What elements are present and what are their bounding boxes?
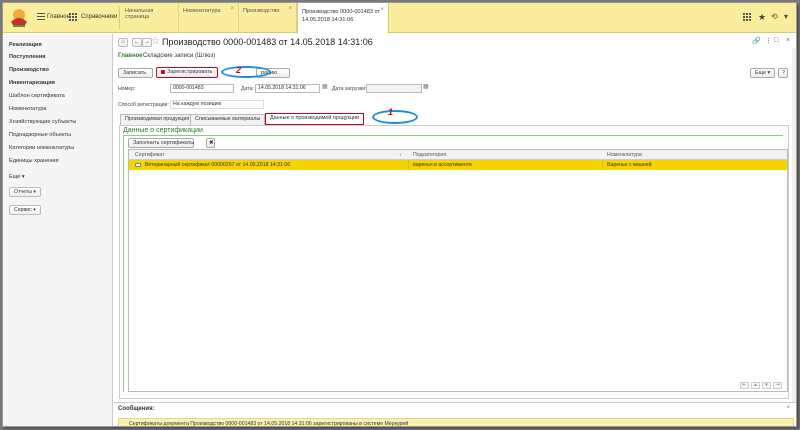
calendar-icon[interactable]: ▦ xyxy=(322,83,328,90)
divider xyxy=(119,7,120,29)
favorites-star-icon[interactable]: ★ xyxy=(758,12,766,23)
fill-certificates-button[interactable]: Заполнить сертификаты xyxy=(128,138,194,148)
more-button[interactable]: Еще ▾ xyxy=(750,68,775,78)
sidebar-item-business-entities[interactable]: Хозяйствующие субъекты xyxy=(9,119,76,125)
annotation-oval-1 xyxy=(372,110,418,124)
favorite-star-icon[interactable]: ☆ xyxy=(151,36,160,47)
sidebar-item-inventory[interactable]: Инвентаризация xyxy=(9,80,55,86)
reference-grid-icon[interactable] xyxy=(69,13,77,21)
date-label: Дата: xyxy=(241,86,254,92)
close-icon[interactable]: × xyxy=(786,37,790,44)
sort-desc-icon[interactable]: ↓ xyxy=(399,152,402,158)
close-icon[interactable]: × xyxy=(786,405,790,411)
register-button[interactable]: Зарегистрировать xyxy=(156,67,218,78)
annotation-number-2: 2 xyxy=(236,65,242,75)
register-icon xyxy=(161,69,165,74)
sidebar-item-nomenclature-categories[interactable]: Категории номенклатуры xyxy=(9,145,74,151)
column-header-certificate[interactable]: Сертификат xyxy=(135,152,164,158)
scroll-up-icon[interactable]: ▴ xyxy=(751,382,760,389)
top-bar: Главное Справочники Начальная страница Н… xyxy=(3,3,796,34)
back-icon[interactable]: ← xyxy=(132,38,142,47)
link-icon[interactable]: 🔗 xyxy=(752,37,761,45)
page-title: Производство 0000-001483 от 14.05.2018 1… xyxy=(162,37,373,47)
section-border xyxy=(123,135,124,392)
date-field[interactable]: 14.05.2018 14:31:06 xyxy=(255,84,320,93)
tab-label: Производство 0000-001483 от 14.05.2018 1… xyxy=(302,9,381,23)
close-icon[interactable]: × xyxy=(230,6,234,12)
sidebar-item-more[interactable]: Еще ▾ xyxy=(9,174,25,180)
sidebar-item-storage-units[interactable]: Единицы хранения xyxy=(9,158,59,164)
load-date-field[interactable] xyxy=(366,84,422,93)
column-header-subcategory[interactable]: Подкатегория xyxy=(413,152,446,158)
maximize-icon[interactable]: □ xyxy=(774,37,778,44)
message-row[interactable]: Сертификаты документа Производство 0000-… xyxy=(118,418,794,427)
number-field[interactable]: 0000-001483 xyxy=(170,84,234,93)
sidebar: Реализация Поступления Производство Инве… xyxy=(3,34,113,426)
window-menu-icon[interactable]: ▾ xyxy=(784,12,788,21)
column-divider xyxy=(408,160,409,170)
scroll-last-icon[interactable]: ⇥ xyxy=(773,382,782,389)
section-title: Данные о сертификации xyxy=(123,127,203,134)
tab-written-off-materials[interactable]: Списываемые материалы xyxy=(190,114,266,125)
annotation-oval-2 xyxy=(221,66,271,78)
more-actions-icon[interactable]: ⋮ xyxy=(765,37,772,45)
clear-icon[interactable]: ✖ xyxy=(206,138,215,148)
load-date-label: Дата загрузки: xyxy=(332,86,367,92)
form-scrollbar[interactable] xyxy=(792,48,796,408)
service-button[interactable]: Сервис ▾ xyxy=(9,205,41,215)
annotation-number-1: 1 xyxy=(388,107,394,117)
tab-label: Производство xyxy=(243,8,280,14)
tab-production-doc[interactable]: Производство 0000-001483 от 14.05.2018 1… xyxy=(297,3,389,34)
sidebar-item-nomenclature[interactable]: Номенклатура xyxy=(9,106,47,112)
help-button[interactable]: ? xyxy=(778,68,788,78)
tab-produced-product-data[interactable]: Данные о производимой продукции xyxy=(265,113,365,125)
certificates-table: Сертификат ↓ Подкатегория Номенклатура В… xyxy=(128,149,788,392)
message-text: Сертификаты документа Производство 0000-… xyxy=(129,421,409,427)
column-divider xyxy=(602,160,603,170)
home-icon[interactable]: ⌂ xyxy=(118,38,128,47)
cell-certificate[interactable]: Ветеринарный сертификат 00000267 от 14.0… xyxy=(145,162,290,168)
nav-warehouse-records-link[interactable]: Складские записи (Шлюз) xyxy=(143,53,215,59)
tab-nomenclature[interactable]: Номенклатура × xyxy=(179,3,239,33)
close-icon[interactable]: × xyxy=(288,6,292,12)
tab-label: Начальная страница xyxy=(125,8,154,20)
reports-button[interactable]: Отчеты ▾ xyxy=(9,187,41,197)
messages-title: Сообщения: xyxy=(118,406,155,412)
apps-grid-icon[interactable] xyxy=(743,13,751,21)
messages-panel: Сообщения: × Сертификаты документа Произ… xyxy=(114,402,796,427)
table-header: Сертификат ↓ Подкатегория Номенклатура xyxy=(129,150,787,160)
reg-method-label: Способ регистрации: xyxy=(118,102,169,108)
app-logo-icon[interactable] xyxy=(6,6,32,30)
register-button-label: Зарегистрировать xyxy=(167,69,213,75)
sidebar-item-cert-template[interactable]: Шаблон сертификата xyxy=(9,93,65,99)
cell-subcategory[interactable]: варенья в ассортименте xyxy=(413,162,472,168)
sidebar-item-sales[interactable]: Реализация xyxy=(9,42,42,48)
nav-references[interactable]: Справочники xyxy=(81,14,117,20)
tab-start-page[interactable]: Начальная страница xyxy=(121,3,179,33)
tab-label: Номенклатура xyxy=(183,8,221,14)
table-row[interactable]: Ветеринарный сертификат 00000267 от 14.0… xyxy=(129,160,787,170)
tab-production[interactable]: Производство × xyxy=(239,3,297,33)
sidebar-item-receipts[interactable]: Поступления xyxy=(9,54,46,60)
app-window: Главное Справочники Начальная страница Н… xyxy=(2,2,797,427)
sidebar-item-supervised-objects[interactable]: Поднадзорные объекты xyxy=(9,132,71,138)
section-divider xyxy=(123,135,783,136)
menu-icon[interactable] xyxy=(37,13,45,21)
save-button[interactable]: Записать xyxy=(118,68,153,78)
close-icon[interactable]: × xyxy=(380,6,384,14)
reg-method-field[interactable]: На каждую позицию xyxy=(170,100,264,109)
cell-nomenclature[interactable]: Варенье с вишней xyxy=(607,162,652,168)
history-icon[interactable]: ⟲ xyxy=(771,12,778,21)
document-form: ⌂ ← → ☆ Производство 0000-001483 от 14.0… xyxy=(114,34,796,427)
nav-home[interactable]: Главное xyxy=(47,14,70,20)
nav-main-link[interactable]: Главное xyxy=(118,53,143,59)
tab-produced-products[interactable]: Производимая продукция xyxy=(120,114,195,125)
scroll-down-icon[interactable]: ▾ xyxy=(762,382,771,389)
number-label: Номер: xyxy=(118,86,136,92)
column-header-nomenclature[interactable]: Номенклатура xyxy=(607,152,642,158)
certificate-icon xyxy=(135,163,141,167)
calendar-icon[interactable]: ▦ xyxy=(423,83,429,90)
scroll-first-icon[interactable]: ⇤ xyxy=(740,382,749,389)
sidebar-item-production[interactable]: Производство xyxy=(9,67,49,73)
